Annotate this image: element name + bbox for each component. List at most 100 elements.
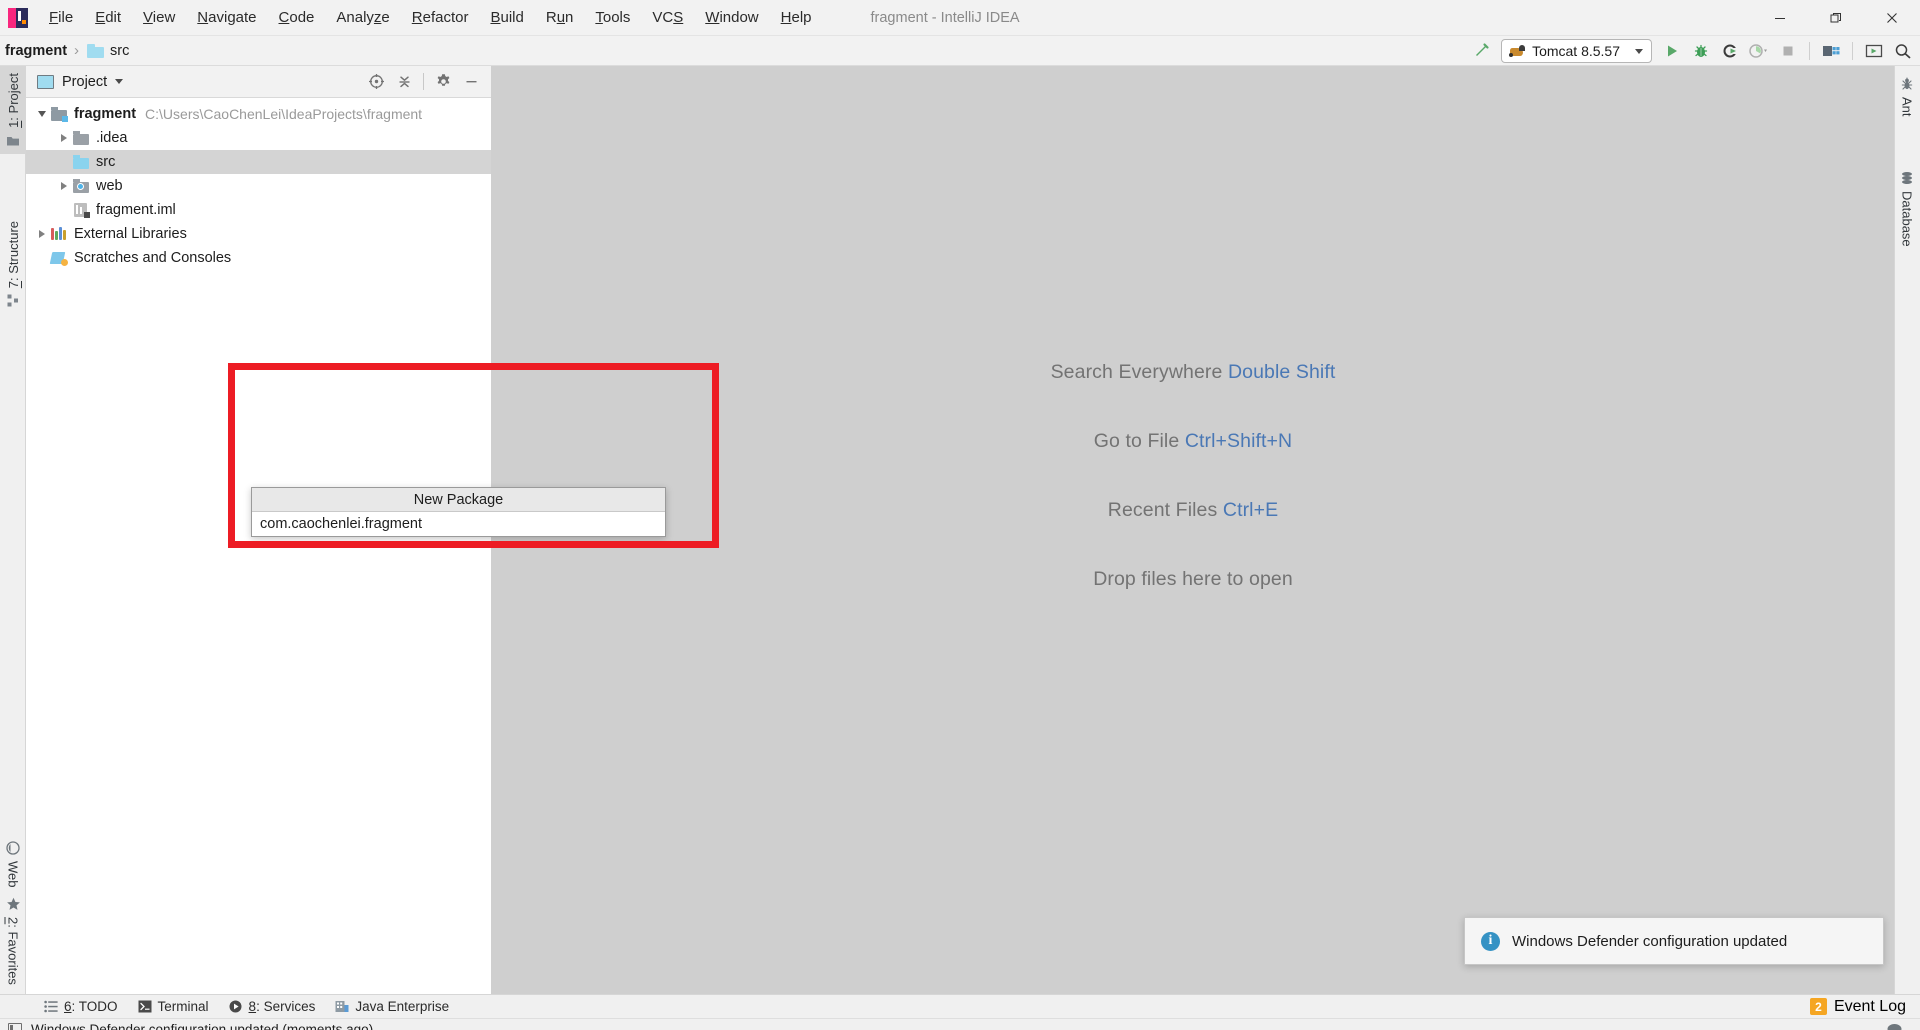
menu-item-window[interactable]: Window [694,5,769,31]
menu-item-build[interactable]: Build [479,5,534,31]
new-package-dialog: New Package [251,487,666,537]
menu-item-help[interactable]: Help [770,5,823,31]
menu-mnemonic: W [705,8,720,26]
tree-node-idea[interactable]: .idea [26,126,491,150]
sidebar-item-structure[interactable]: 7: Structure [0,214,26,314]
menu-item-view[interactable]: View [132,5,186,31]
bottom-tab-java-enterprise-label: Java Enterprise [355,999,450,1014]
ant-icon [1900,77,1914,91]
help-settings-icon[interactable] [1886,1022,1906,1030]
menu-item-code[interactable]: Code [268,5,326,31]
sidebar-item-project[interactable]: 1: Project [0,66,26,154]
search-everywhere-button[interactable] [1890,38,1916,64]
menu-mnemonic: u [556,8,566,26]
window-title: fragment - IntelliJ IDEA [870,9,1020,26]
chevron-right-icon[interactable] [56,130,72,146]
breadcrumb-src[interactable]: src [81,41,135,61]
title-bar: File Edit View Navigate Code Analyze Refactor B… [0,0,1920,36]
project-structure-button[interactable] [1818,38,1844,64]
editor-hint-action: Go to File [1093,430,1180,452]
menu-item-run[interactable]: Run [535,5,585,31]
project-panel-title: Project [62,73,108,90]
bottom-tab-services[interactable]: 8: Services [219,997,326,1016]
select-opened-file-button[interactable] [363,69,389,95]
run-with-coverage-button[interactable] [1717,38,1743,64]
settings-button[interactable] [430,69,456,95]
chevron-down-icon[interactable] [34,106,50,122]
stop-button[interactable] [1775,38,1801,64]
info-icon: i [1481,931,1500,951]
package-name-input[interactable] [252,512,665,536]
menu-item-tools[interactable]: Tools [584,5,641,31]
tree-node-path: C:\Users\CaoChenLei\IdeaProjects\fragmen… [145,106,423,122]
tree-node-scratches-and-consoles[interactable]: Scratches and Consoles [26,246,491,270]
tree-node-fragment-iml[interactable]: fragment.iml [26,198,491,222]
debug-bug-icon [1694,44,1708,57]
project-window-icon [37,74,54,89]
build-button[interactable] [1468,38,1494,64]
menu-item-refactor[interactable]: Refactor [401,5,480,31]
update-application-button[interactable] [1861,38,1887,64]
hide-tool-window-icon[interactable] [8,1022,22,1030]
sidebar-item-web[interactable]: Web [0,834,26,895]
folder-icon [72,130,90,146]
bottom-tab-terminal[interactable]: Terminal [128,997,219,1016]
sidebar-item-web-label: Web [5,860,21,888]
tree-node-src[interactable]: src [26,150,491,174]
menu-item-vcs[interactable]: VCS [641,5,694,31]
tomcat-cat-icon [1509,44,1526,58]
sidebar-item-database[interactable]: Database [1894,164,1920,254]
menu-mnemonic: E [95,8,106,26]
main-toolbar: Tomcat 8.5.57 [1468,36,1916,66]
tree-node-fragment[interactable]: fragment C:\Users\CaoChenLei\IdeaProjects… [26,102,491,126]
bottom-tab-java-enterprise[interactable]: Java Enterprise [325,997,459,1016]
dialog-body [252,512,665,536]
menu-mnemonic: T [595,8,603,26]
menu-mnemonic: B [490,8,501,26]
tree-node-web[interactable]: web [26,174,491,198]
project-structure-icon [1823,46,1840,56]
menu-mnemonic: F [49,8,59,26]
editor-empty-area: Search Everywhere Double Shift Go to File… [492,66,1894,994]
menu-item-navigate[interactable]: Navigate [186,5,267,31]
collapse-all-icon [399,76,409,88]
chevron-right-icon[interactable] [56,178,72,194]
navigation-bar: fragment › src Tomcat 8.5.57 [0,36,1920,66]
tree-node-label: fragment.iml [96,202,176,218]
bottom-tab-todo[interactable]: 6: TODO [34,997,128,1016]
toolbar-divider-2 [1852,42,1853,60]
menu-item-edit[interactable]: Edit [84,5,132,31]
stop-icon [1783,46,1793,56]
hide-panel-button[interactable] [458,69,484,95]
dialog-title: New Package [252,488,665,512]
event-log-button[interactable]: 2 Event Log [1809,998,1920,1016]
services-play-icon [229,1000,243,1013]
breadcrumb-project[interactable]: fragment [0,41,72,61]
breadcrumb-src-label: src [110,42,130,59]
run-configuration-selector[interactable]: Tomcat 8.5.57 [1501,39,1652,63]
database-icon [1900,171,1914,185]
close-button[interactable] [1864,0,1920,36]
menu-item-file[interactable]: File [38,5,84,31]
debug-button[interactable] [1688,38,1714,64]
chevron-right-icon[interactable] [34,226,50,242]
event-log-badge: 2 [1809,998,1827,1015]
chevron-down-icon[interactable] [115,79,124,84]
star-icon [6,897,21,911]
menu-item-analyze[interactable]: Analyze [325,5,400,31]
minimize-button[interactable] [1752,0,1808,36]
sidebar-item-ant[interactable]: Ant [1894,70,1920,124]
module-folder-icon [50,106,68,122]
breadcrumb-separator: › [74,42,80,59]
right-tool-window-stripe: Ant Database [1894,66,1920,994]
run-button[interactable] [1659,38,1685,64]
sidebar-item-project-label: 1: Project [5,73,21,128]
menu-mnemonic: R [411,8,423,26]
editor-hints: Search Everywhere Double Shift Go to File… [492,66,1894,994]
collapse-all-button[interactable] [391,69,417,95]
notification-balloon[interactable]: i Windows Defender configuration updated [1464,917,1884,965]
restore-button[interactable] [1808,0,1864,36]
profile-button[interactable] [1746,38,1772,64]
sidebar-item-favorites[interactable]: 2: Favorites [0,890,26,992]
tree-node-external-libraries[interactable]: External Libraries [26,222,491,246]
